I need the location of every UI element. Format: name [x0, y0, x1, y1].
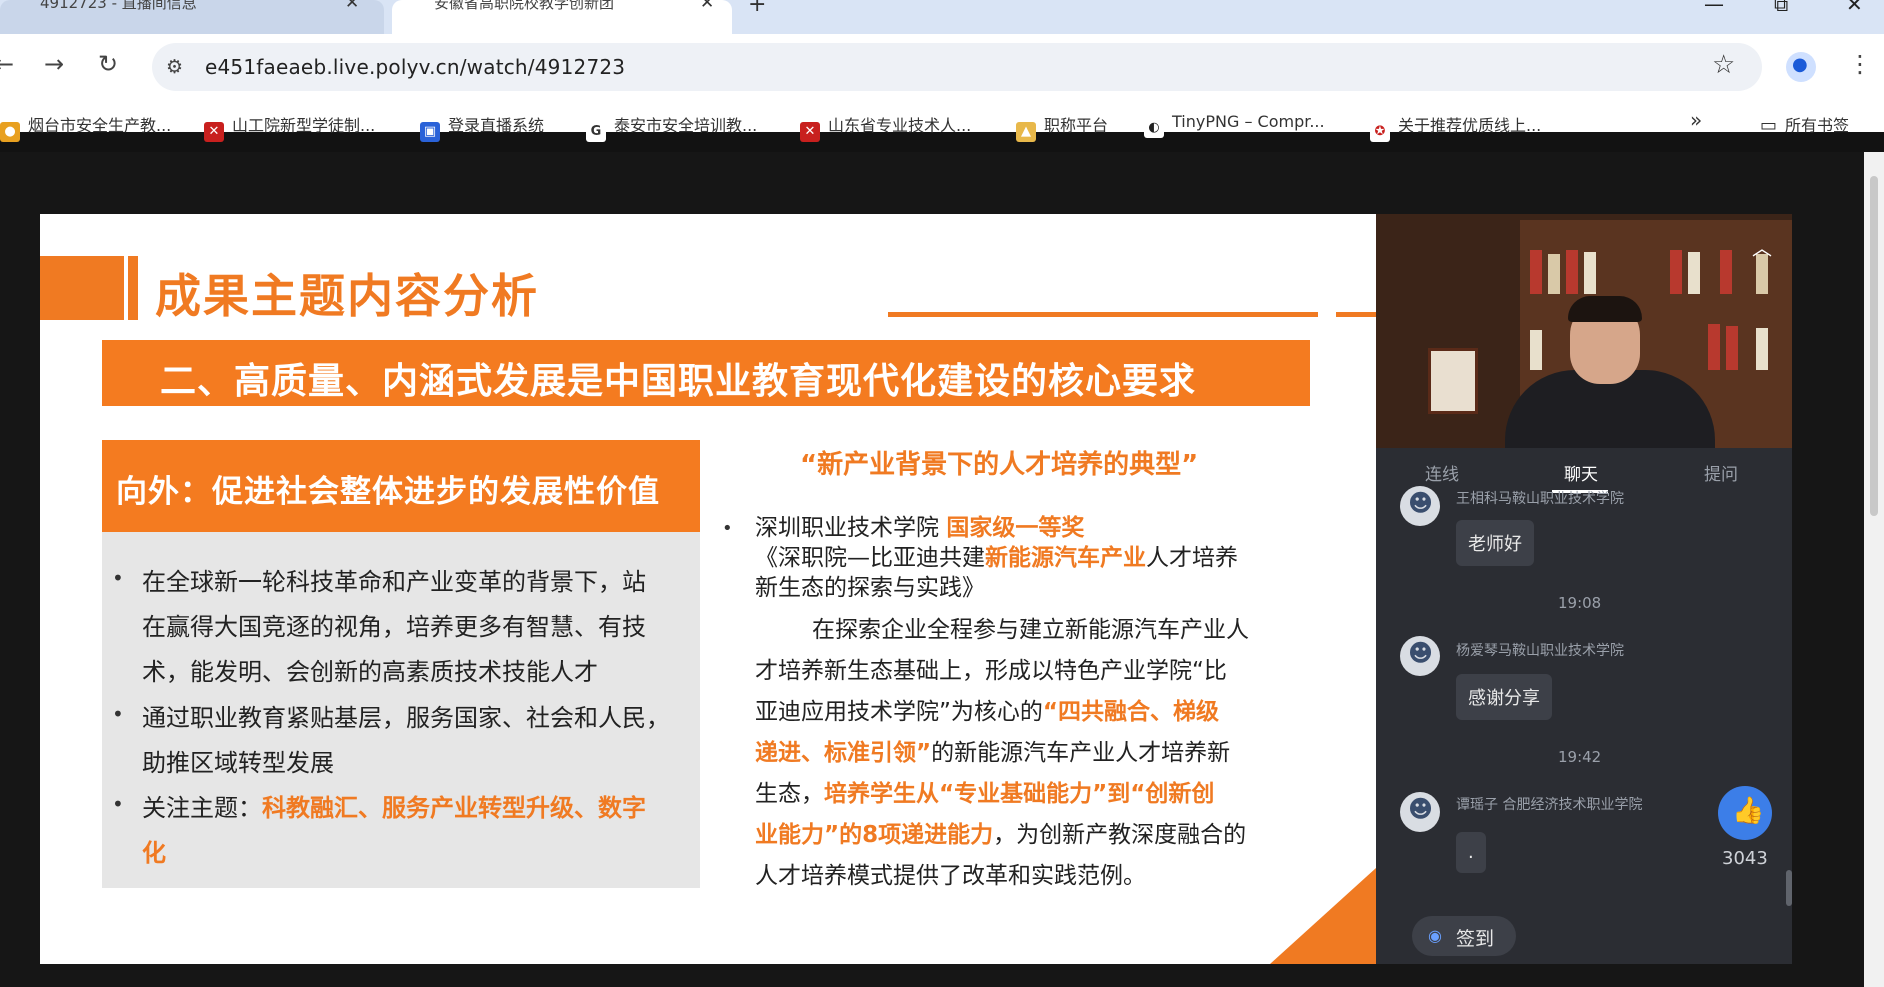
like-button[interactable]: 👍	[1718, 786, 1772, 840]
bookmark-item[interactable]: ● 烟台市安全生产教...	[0, 112, 171, 142]
slide-corner-accent	[1270, 868, 1376, 964]
site-info-icon[interactable]: ⚙	[166, 56, 183, 78]
paragraph-line: 人才培养模式提供了改革和实践范例。	[755, 863, 1146, 889]
browser-tab-room-info[interactable]: 4912723 - 直播间信息 ✕	[0, 0, 384, 34]
user-icon: ☻	[1408, 639, 1434, 667]
bullet-line: 通过职业教育紧贴基层，服务国家、社会和人民，	[142, 704, 670, 732]
tab-question[interactable]: 提问	[1704, 460, 1738, 485]
person-icon: ●	[1792, 54, 1808, 75]
tab-connect[interactable]: 连线	[1425, 460, 1459, 485]
chat-message: 老师好	[1456, 520, 1534, 566]
back-icon[interactable]: ←	[0, 50, 14, 78]
favicon-icon: ▣	[420, 122, 440, 142]
left-heading: 向外：促进社会整体进步的发展性价值	[116, 474, 660, 510]
bookmark-item[interactable]: ◐ TinyPNG – Compr...	[1144, 112, 1325, 138]
profile-avatar[interactable]: ●	[1786, 52, 1816, 82]
chat-username: 王相科马鞍山职业技术学院	[1456, 491, 1624, 507]
bookmark-item[interactable]: ▲ 职称平台	[1016, 112, 1108, 142]
bullet-icon: •	[722, 518, 733, 539]
bullet-icon: •	[112, 702, 124, 726]
title-rule	[1336, 312, 1376, 317]
user-icon: ☻	[1408, 489, 1434, 517]
case-line: 新生态的探索与实践》	[755, 575, 985, 601]
paragraph-line: 生态，培养学生从“专业基础能力”到“创新创	[755, 781, 1215, 807]
bullet-icon: •	[112, 792, 124, 816]
bookmark-item[interactable]: ✪ 关于推荐优质线上...	[1370, 112, 1541, 142]
slide-title: 成果主题内容分析	[155, 269, 539, 323]
like-count: 3043	[1722, 848, 1768, 869]
tab-title: 安徽省高职院校教学创新团	[434, 0, 615, 12]
bullet-line: 助推区域转型发展	[142, 749, 334, 777]
chat-scrollbar[interactable]	[1786, 870, 1792, 906]
restore-icon[interactable]: ⧉	[1774, 0, 1788, 16]
close-icon[interactable]: ✕	[345, 0, 359, 12]
picture-frame	[1428, 348, 1478, 414]
title-accent-bar	[128, 256, 138, 320]
paragraph-line: 才培养新生态基础上，形成以特色产业学院“比	[755, 658, 1227, 684]
favicon-icon: ✕	[204, 122, 224, 142]
bullet-line: 化	[142, 839, 166, 867]
bookmarks-overflow-button[interactable]: »	[1690, 108, 1702, 132]
bookmark-item[interactable]: G 泰安市安全培训教...	[586, 112, 757, 142]
new-tab-button[interactable]: +	[748, 0, 766, 17]
chat-timestamp: 19:42	[1558, 748, 1602, 766]
paragraph-line: 递进、标准引领”的新能源汽车产业人才培养新	[755, 740, 1231, 766]
favicon-icon: ✕	[800, 122, 820, 142]
bookmark-item[interactable]: ▣ 登录直播系统	[420, 112, 544, 142]
favicon-icon: ●	[0, 122, 20, 142]
emblem-icon: ✪	[1370, 122, 1390, 142]
minimize-icon[interactable]: —	[1704, 0, 1724, 16]
user-icon: ☻	[1408, 795, 1434, 823]
bullet-line: 在赢得大国竞逐的视角，培养更多有智慧、有技	[142, 613, 646, 641]
url-text[interactable]: e451faeaeb.live.polyv.cn/watch/4912723	[205, 55, 625, 79]
bookmark-star-icon[interactable]: ☆	[1712, 50, 1735, 80]
avatar: ☻	[1400, 636, 1440, 676]
chat-timestamp: 19:08	[1558, 594, 1602, 612]
avatar: ☻	[1400, 792, 1440, 832]
bullet-icon: •	[112, 566, 124, 590]
interaction-panel	[1376, 448, 1792, 964]
thumbs-up-icon: 👍	[1732, 796, 1765, 826]
google-icon: G	[586, 122, 606, 142]
folder-icon: ▭	[1760, 115, 1778, 136]
favicon-icon: ▲	[1016, 122, 1036, 142]
paragraph-line: 在探索企业全程参与建立新能源汽车产业人	[812, 617, 1249, 643]
tab-chat[interactable]: 聊天	[1564, 460, 1598, 485]
title-rule	[888, 312, 1318, 317]
browser-tab-active[interactable]: 安徽省高职院校教学创新团 ✕	[392, 0, 732, 34]
bookmark-item[interactable]: ✕ 山工院新型学徒制...	[204, 112, 375, 142]
presenter-hair	[1568, 296, 1642, 322]
chat-message: .	[1456, 832, 1486, 873]
bullet-line: 术，能发明、会创新的高素质技术技能人才	[142, 658, 598, 686]
forward-icon[interactable]: →	[44, 50, 64, 78]
location-pin-icon: ◉	[1428, 926, 1442, 945]
signin-label: 签到	[1456, 928, 1495, 950]
right-heading: “新产业背景下的人才培养的典型”	[800, 450, 1199, 480]
menu-icon[interactable]: ⋮	[1848, 50, 1872, 78]
bookmark-item[interactable]: ✕ 山东省专业技术人...	[800, 112, 971, 142]
chat-username: 谭瑶子 合肥经济技术职业学院	[1456, 797, 1643, 813]
title-accent-block	[40, 256, 124, 320]
avatar: ☻	[1400, 486, 1440, 526]
chat-username: 杨爱琴马鞍山职业技术学院	[1456, 643, 1624, 659]
chat-message: 感谢分享	[1456, 674, 1552, 720]
paragraph-line: 亚迪应用技术学院”为核心的“四共融合、梯级	[755, 699, 1220, 725]
tab-title: 4912723 - 直播间信息	[40, 0, 197, 12]
close-icon[interactable]: ✕	[700, 0, 714, 12]
page-scrollbar-thumb[interactable]	[1870, 176, 1878, 516]
reload-icon[interactable]: ↻	[98, 50, 118, 78]
paragraph-line: 业能力”的8项递进能力，为创新产教深度融合的	[755, 822, 1247, 848]
panda-icon: ◐	[1144, 118, 1164, 138]
collapse-chevron-icon[interactable]: ︿	[1752, 232, 1772, 261]
window-close-icon[interactable]: ✕	[1846, 0, 1863, 16]
all-bookmarks-button[interactable]: ▭ 所有书签	[1760, 112, 1849, 136]
bullet-line: 在全球新一轮科技革命和产业变革的背景下，站	[142, 568, 646, 596]
slide-subtitle: 二、高质量、内涵式发展是中国职业教育现代化建设的核心要求	[160, 361, 1197, 402]
bullet-line: 关注主题：科教融汇、服务产业转型升级、数字	[142, 794, 646, 822]
